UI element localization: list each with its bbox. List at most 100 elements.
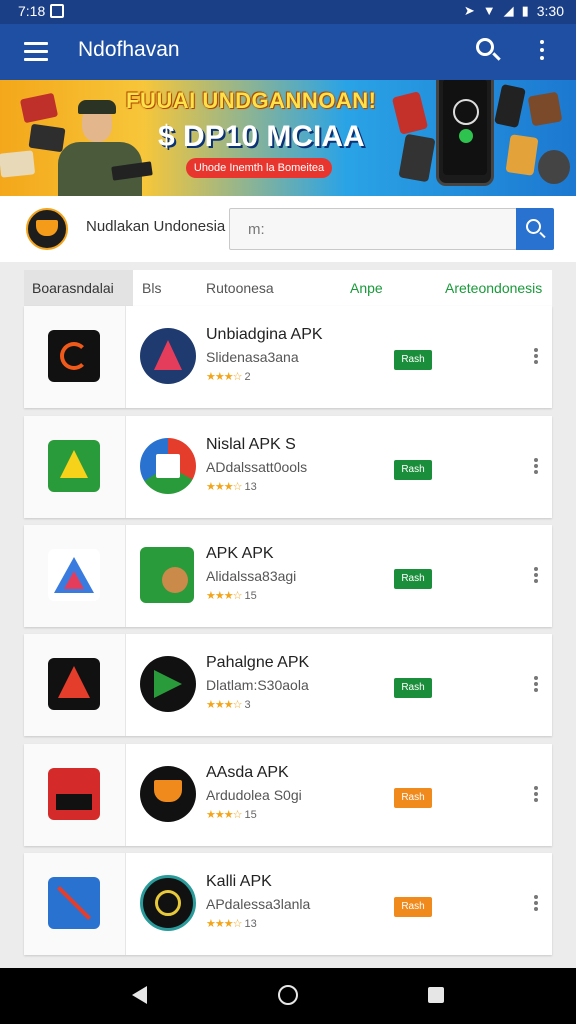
app-name: AAsda APK [206, 764, 289, 781]
rating-value: 2 [244, 371, 251, 383]
app-name: Pahalgne APK [206, 654, 310, 671]
menu-icon[interactable] [24, 42, 48, 62]
banner-subheadline: $ DP10 MCIAA [158, 120, 365, 153]
tab-areteondonesis[interactable]: Areteondonesis [445, 270, 552, 306]
brand-name: Nudlakan Undonesia [86, 218, 226, 235]
app-thumb-cell [24, 853, 126, 955]
officer-illustration [52, 100, 153, 196]
app-icon [48, 658, 100, 710]
app-rating: ★★★☆ 3 [206, 698, 251, 711]
tab-bls[interactable]: Bls [142, 270, 192, 306]
app-icon [48, 549, 100, 601]
rating-value: 15 [244, 809, 257, 821]
install-button[interactable]: Rash [394, 897, 432, 917]
search-button[interactable] [516, 208, 554, 250]
rating-stars: ★★★☆ [206, 590, 242, 602]
app-developer: Ardudolea S0gi [206, 787, 302, 803]
recent-apps-icon[interactable] [428, 987, 444, 1003]
app-thumb-cell [24, 306, 126, 408]
app-name: Nislal APK S [206, 436, 296, 453]
list-item[interactable]: APK APK Alidalssa83agi ★★★☆ 15 Rash [24, 525, 552, 627]
install-button[interactable]: Rash [394, 678, 432, 698]
list-item[interactable]: Pahalgne APK Dlatlam:S30aola ★★★☆ 3 Rash [24, 634, 552, 736]
more-options-icon[interactable] [532, 786, 540, 806]
app-thumb-cell [24, 525, 126, 627]
install-button[interactable]: Rash [394, 460, 432, 480]
wifi-icon: ▼ [482, 3, 496, 18]
search-icon[interactable] [476, 38, 502, 64]
image-icon [50, 4, 64, 18]
app-name: Kalli APK [206, 873, 272, 890]
battery-icon: ▮ [521, 3, 529, 18]
app-rating: ★★★☆ 15 [206, 589, 257, 602]
navigation-icon: ➤ [463, 3, 475, 18]
banner-headline: FUUAI UNDGANNOAN! [126, 88, 377, 113]
status-time: 3:30 [536, 3, 564, 19]
search-icon [526, 219, 541, 234]
app-logo-icon [140, 328, 196, 384]
gadget-illustration [494, 83, 526, 129]
app-rating: ★★★☆ 13 [206, 480, 257, 493]
rating-stars: ★★★☆ [206, 481, 242, 493]
app-developer: Dlatlam:S30aola [206, 677, 309, 693]
app-name: Unbiadgina APK [206, 326, 323, 343]
more-options-icon[interactable] [532, 567, 540, 587]
app-name: APK APK [206, 545, 274, 562]
more-options-icon[interactable] [532, 348, 540, 368]
install-button[interactable]: Rash [394, 350, 432, 370]
rating-value: 15 [244, 590, 257, 602]
app-logo-icon [140, 438, 196, 494]
system-nav-bar [0, 968, 576, 1024]
app-rating: ★★★☆ 13 [206, 917, 257, 930]
app-rating: ★★★☆ 15 [206, 808, 257, 821]
app-icon [48, 440, 100, 492]
rating-stars: ★★★☆ [206, 699, 242, 711]
gadget-illustration [505, 134, 539, 176]
gadget-illustration [527, 91, 563, 127]
app-developer: ADdalssatt0ools [206, 459, 308, 475]
more-options-icon[interactable] [532, 458, 540, 478]
app-icon [48, 877, 100, 929]
app-icon [48, 768, 100, 820]
app-icon [48, 330, 100, 382]
tab-boarasndalai[interactable]: Boarasndalai [24, 270, 133, 306]
tab-rutoonesa[interactable]: Rutoonesa [206, 270, 306, 306]
status-icons: ➤ ▼ ◢ ▮ 3:30 [464, 3, 564, 19]
signal-icon: ◢ [503, 3, 514, 18]
search-input[interactable] [229, 208, 517, 250]
banner-pill[interactable]: Uhode Inemth la Bomeitea [186, 158, 332, 178]
tab-anpe[interactable]: Anpe [350, 270, 410, 306]
app-developer: Alidalssa83agi [206, 568, 297, 584]
install-button[interactable]: Rash [394, 788, 432, 808]
app-rating: ★★★☆ 2 [206, 370, 251, 383]
phone-illustration [436, 80, 494, 186]
app-logo-icon [140, 656, 196, 712]
rating-value: 13 [244, 481, 257, 493]
rating-value: 13 [244, 918, 257, 930]
home-icon[interactable] [278, 985, 298, 1005]
more-options-icon[interactable] [532, 895, 540, 915]
brand-logo [26, 208, 68, 250]
rating-stars: ★★★☆ [206, 371, 242, 383]
list-item[interactable]: AAsda APK Ardudolea S0gi ★★★☆ 15 Rash [24, 744, 552, 846]
overflow-menu-icon[interactable] [536, 40, 548, 64]
brand-row: Nudlakan Undonesia [0, 196, 576, 262]
app-bar: Ndofhavan [0, 24, 576, 80]
app-logo-icon [140, 766, 196, 822]
category-tabs: Boarasndalai Bls Rutoonesa Anpe Areteond… [24, 270, 552, 306]
app-developer: APdalessa3lanla [206, 896, 311, 912]
app-thumb-cell [24, 744, 126, 846]
back-icon[interactable] [132, 986, 147, 1004]
gadget-illustration [538, 150, 570, 184]
list-item[interactable]: Nislal APK S ADdalssatt0ools ★★★☆ 13 Ras… [24, 416, 552, 518]
list-item[interactable]: Unbiadgina APK Slidenasa3ana ★★★☆ 2 Rash [24, 306, 552, 408]
app-developer: Slidenasa3ana [206, 349, 299, 365]
install-button[interactable]: Rash [394, 569, 432, 589]
rating-stars: ★★★☆ [206, 809, 242, 821]
app-thumb-cell [24, 634, 126, 736]
list-item[interactable]: Kalli APK APdalessa3lanla ★★★☆ 13 Rash [24, 853, 552, 955]
promo-banner[interactable]: FUUAI UNDGANNOAN! $ DP10 MCIAA Uhode Ine… [0, 80, 576, 196]
status-bar: 7:18 ➤ ▼ ◢ ▮ 3:30 [0, 0, 576, 24]
more-options-icon[interactable] [532, 676, 540, 696]
app-logo-icon [140, 875, 196, 931]
